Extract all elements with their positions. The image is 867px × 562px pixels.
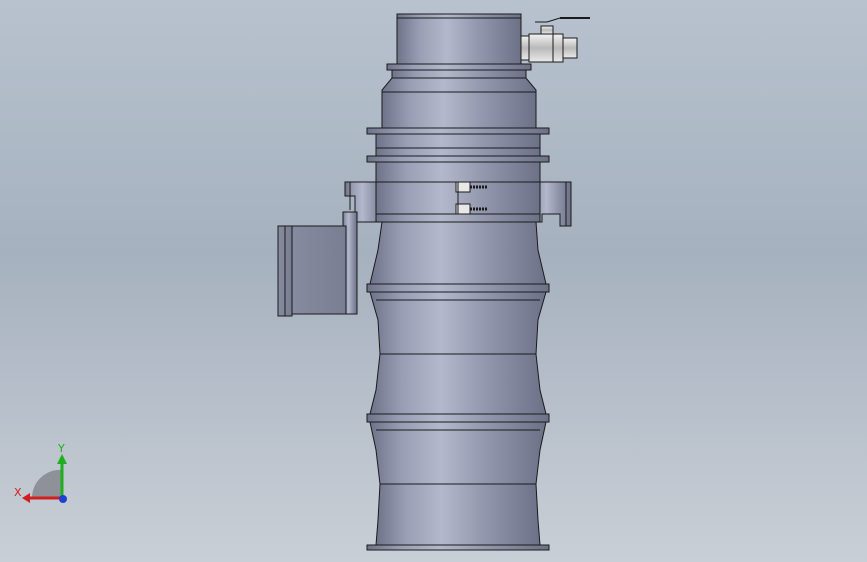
ball-valve[interactable] (520, 17, 590, 63)
graphics-viewport[interactable]: Y X (0, 0, 867, 562)
y-axis-label: Y (57, 442, 65, 455)
middle-body-section[interactable] (366, 221, 550, 415)
side-motor-box[interactable] (277, 211, 358, 317)
y-axis-arrowhead (57, 454, 67, 464)
lower-body-section[interactable] (366, 413, 550, 551)
coordinate-triad: Y X (14, 442, 67, 503)
triad-plane-shade (31, 469, 62, 498)
x-axis-label: X (14, 486, 22, 499)
top-outlet-pipe[interactable] (386, 13, 532, 79)
pump-assembly-model[interactable] (0, 0, 867, 562)
upper-body-section[interactable] (366, 77, 550, 183)
x-axis-arrowhead (22, 493, 30, 503)
z-axis-dot (59, 495, 67, 503)
